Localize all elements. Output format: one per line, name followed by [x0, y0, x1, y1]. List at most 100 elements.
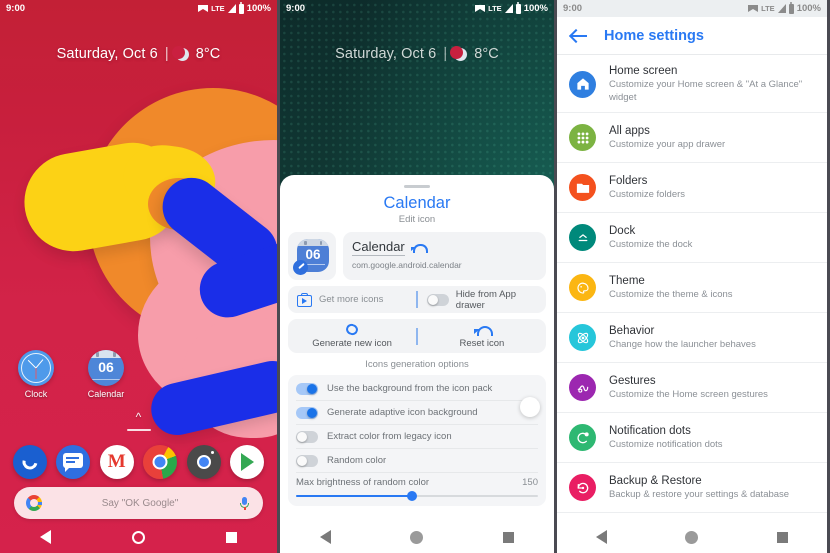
google-search-bar[interactable]: Say "OK Google": [14, 487, 263, 519]
app-name-field[interactable]: Calendar com.google.android.calendar: [343, 232, 546, 280]
gmail-icon[interactable]: M: [99, 445, 134, 479]
navigation-bar: [280, 521, 554, 553]
settings-item-title: Dock: [609, 224, 636, 237]
settings-item-subtitle: Customize notification dots: [609, 438, 723, 450]
atom-icon: [569, 324, 596, 351]
option-row-use-icon-pack-background[interactable]: Use the background from the icon pack: [296, 377, 538, 401]
battery-icon: [238, 1, 244, 14]
notification-dot-icon: [569, 424, 596, 451]
settings-item-subtitle: Customize the theme & icons: [609, 288, 733, 300]
back-icon[interactable]: [596, 530, 608, 544]
option-row-extract-color-legacy[interactable]: Extract color from legacy icon: [296, 425, 538, 449]
wifi-icon: [475, 5, 486, 12]
sheet-grabber[interactable]: [404, 185, 430, 188]
option-label: Extract color from legacy icon: [327, 431, 452, 442]
sheet-subtitle: Edit icon: [398, 214, 436, 225]
max-brightness-slider[interactable]: [296, 490, 538, 502]
icon-actions-row: Generate new icon Reset icon: [288, 319, 546, 353]
use-icon-pack-background-toggle[interactable]: [296, 382, 318, 395]
status-bar: 9:00 LTE 100%: [557, 0, 827, 17]
hide-from-app-drawer-toggle[interactable]: [426, 293, 449, 306]
option-row-generate-adaptive-background[interactable]: Generate adaptive icon background: [296, 397, 540, 425]
at-a-glance-widget[interactable]: Saturday, Oct 6 | 8°C: [280, 45, 554, 62]
extract-color-legacy-toggle[interactable]: [296, 430, 318, 443]
app-name-input[interactable]: Calendar: [352, 239, 405, 256]
get-more-icons-label: Get more icons: [319, 294, 384, 305]
app-drawer-handle[interactable]: ^: [0, 410, 277, 431]
settings-item-title: Theme: [609, 274, 645, 287]
undo-icon[interactable]: [410, 242, 428, 253]
home-app-row: Clock 06 Calendar: [0, 350, 277, 399]
recents-icon[interactable]: [776, 531, 788, 543]
settings-item-folders[interactable]: Folders Customize folders: [557, 163, 827, 213]
refresh-icon: [345, 323, 359, 336]
chrome-icon[interactable]: [143, 445, 178, 479]
app-label: Calendar: [87, 389, 125, 399]
chevron-up-icon: ^: [135, 410, 142, 424]
settings-item-text: Gestures Customize the Home screen gestu…: [609, 374, 815, 402]
camera-icon[interactable]: [186, 445, 221, 479]
get-more-icons-row: Get more icons Hide from App drawer: [288, 286, 546, 313]
settings-item-home-screen[interactable]: Home screen Customize your Home screen &…: [557, 56, 827, 113]
settings-item-behavior[interactable]: Behavior Change how the launcher behaves: [557, 313, 827, 363]
back-arrow-icon[interactable]: [571, 29, 588, 43]
messages-icon[interactable]: [56, 445, 91, 479]
settings-item-backup-restore[interactable]: Backup & Restore Backup & restore your s…: [557, 463, 827, 513]
icon-preview-button[interactable]: 06: [288, 232, 336, 280]
panel-home-screen: 9:00 LTE 100% Saturday, Oct 6 | 8°C Cloc…: [0, 0, 277, 553]
undo-icon: [473, 324, 493, 336]
panel-edit-icon-sheet: 9:00 LTE 100% Saturday, Oct 6 | 8°C Cale…: [277, 0, 554, 553]
page-title: Home settings: [604, 27, 704, 44]
settings-item-all-apps[interactable]: All apps Customize your app drawer: [557, 113, 827, 163]
settings-item-gestures[interactable]: Gestures Customize the Home screen gestu…: [557, 363, 827, 413]
slider-thumb[interactable]: [407, 491, 418, 501]
navigation-bar: [557, 521, 827, 553]
option-label: Generate adaptive icon background: [327, 407, 478, 418]
microphone-icon[interactable]: [238, 496, 251, 510]
settings-item-text: Home screen Customize your Home screen &…: [609, 64, 815, 104]
settings-item-notification-dots[interactable]: Notification dots Customize notification…: [557, 413, 827, 463]
settings-list[interactable]: Home screen Customize your Home screen &…: [557, 56, 827, 521]
back-icon[interactable]: [40, 530, 52, 544]
max-brightness-value: 150: [522, 477, 538, 488]
settings-item-dock[interactable]: Dock Customize the dock: [557, 213, 827, 263]
recents-icon[interactable]: [503, 531, 515, 543]
sheet-title: Calendar: [383, 194, 451, 212]
app-shortcut-calendar[interactable]: 06 Calendar: [80, 350, 132, 399]
app-shortcut-clock[interactable]: Clock: [10, 350, 62, 399]
settings-item-theme[interactable]: Theme Customize the theme & icons: [557, 263, 827, 313]
get-more-icons-button[interactable]: Get more icons: [288, 292, 416, 307]
package-name: com.google.android.calendar: [352, 260, 462, 270]
settings-item-subtitle: Customize the Home screen gestures: [609, 388, 768, 400]
at-a-glance-widget[interactable]: Saturday, Oct 6 | 8°C: [0, 45, 277, 62]
back-icon[interactable]: [319, 530, 331, 544]
search-input[interactable]: Say "OK Google": [102, 498, 179, 509]
random-color-toggle[interactable]: [296, 454, 318, 467]
home-icon[interactable]: [131, 530, 145, 544]
status-time: 9:00: [6, 3, 26, 14]
option-row-random-color[interactable]: Random color: [296, 449, 538, 473]
phone-icon[interactable]: [12, 445, 47, 479]
moon-icon: [171, 45, 189, 61]
generate-adaptive-background-toggle[interactable]: [296, 406, 318, 419]
dock: M: [0, 445, 277, 479]
max-brightness-label: Max brightness of random color: [296, 477, 430, 488]
color-swatch[interactable]: [520, 397, 540, 417]
recents-icon[interactable]: [225, 531, 237, 543]
settings-item-title: All apps: [609, 124, 650, 137]
settings-item-text: Notification dots Customize notification…: [609, 424, 815, 452]
reset-icon-button[interactable]: Reset icon: [418, 323, 546, 349]
home-icon[interactable]: [410, 530, 424, 544]
generate-new-icon-button[interactable]: Generate new icon: [288, 323, 416, 349]
panel-home-settings: 9:00 LTE 100% Home settings Home screen …: [554, 0, 827, 553]
settings-item-subtitle: Change how the launcher behaves: [609, 338, 756, 350]
dock-chevron-icon: [569, 224, 596, 251]
home-icon[interactable]: [685, 530, 699, 544]
battery-percent: 100%: [523, 3, 548, 14]
hide-from-app-drawer-row[interactable]: Hide from App drawer: [418, 289, 546, 311]
settings-item-subtitle: Customize your app drawer: [609, 138, 726, 150]
play-store-icon[interactable]: [230, 445, 265, 479]
option-label: Random color: [327, 455, 387, 466]
brush-icon: [293, 260, 308, 275]
settings-item-subtitle: Backup & restore your settings & databas…: [609, 488, 790, 500]
